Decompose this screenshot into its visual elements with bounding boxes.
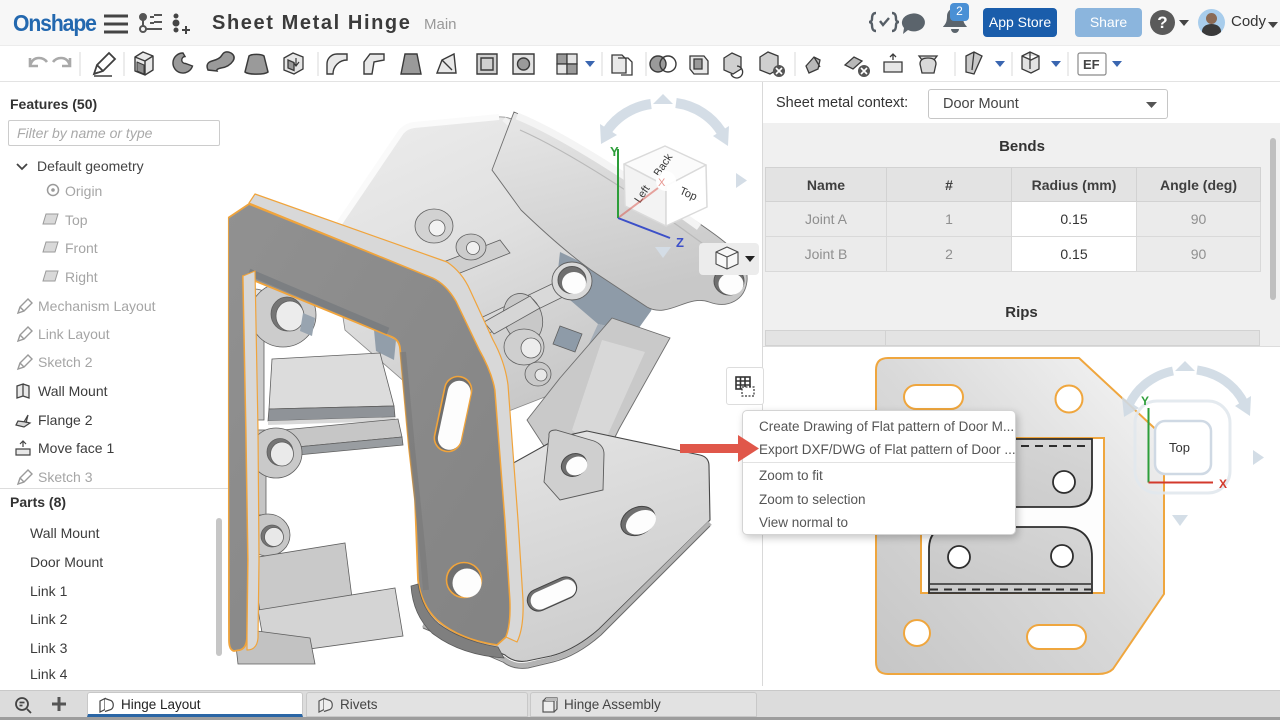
svg-text:Y: Y <box>1141 394 1149 408</box>
svg-text:Z: Z <box>676 235 684 250</box>
svg-text:Top: Top <box>1169 440 1190 455</box>
svg-text:Y: Y <box>610 144 619 159</box>
svg-text:EF: EF <box>1083 57 1100 72</box>
svg-text:X: X <box>658 177 666 189</box>
svg-text:X: X <box>1219 477 1227 491</box>
